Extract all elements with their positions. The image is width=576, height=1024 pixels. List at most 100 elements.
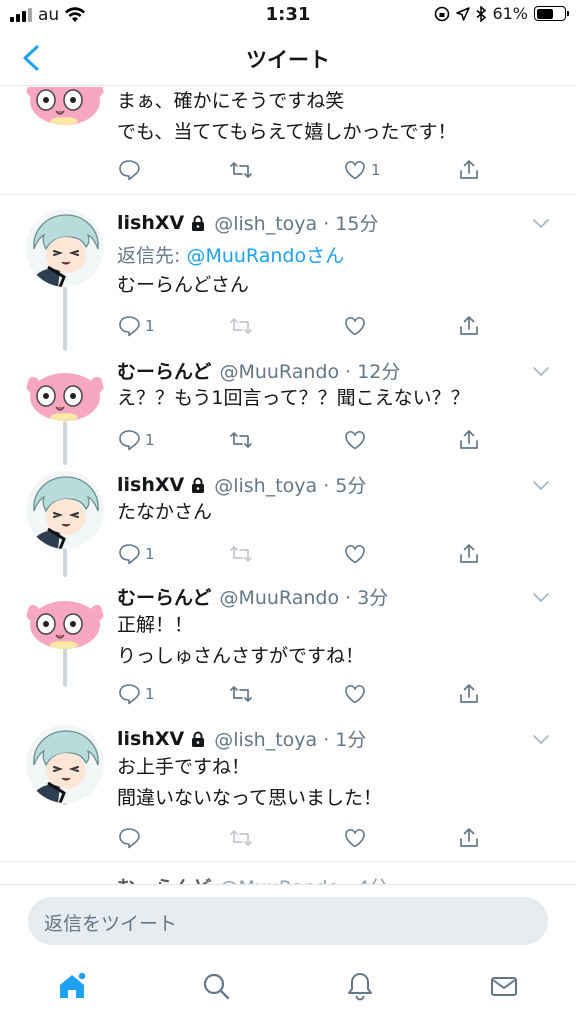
tweet-actions: 1 bbox=[117, 313, 487, 341]
tweet[interactable]: むーらんど @MuuRando · 12分 え？？もう1回言って？？聞こえない？… bbox=[0, 351, 576, 457]
tweet-header: むーらんど @MuuRando · 12分 bbox=[117, 357, 400, 384]
retweet-icon bbox=[229, 682, 253, 706]
reply-count: 1 bbox=[145, 545, 155, 563]
tab-messages[interactable] bbox=[488, 970, 528, 1010]
retweet-button[interactable] bbox=[229, 427, 253, 453]
tweet[interactable]: lishXV @lish_toya · 15分 返信先: @MuuRandoさん… bbox=[0, 195, 576, 343]
tweet[interactable]: むーらんど @MuuRando · 4分 bbox=[0, 873, 576, 884]
tweet-actions: 1 bbox=[117, 681, 487, 709]
share-button[interactable] bbox=[457, 313, 481, 339]
share-button[interactable] bbox=[457, 541, 481, 567]
retweet-icon bbox=[229, 542, 253, 566]
username: @lish_toya · 15分 bbox=[214, 213, 379, 235]
reply-button[interactable] bbox=[117, 825, 141, 851]
tweet-actions bbox=[117, 825, 487, 853]
messages-icon bbox=[491, 977, 517, 996]
reply-button[interactable] bbox=[117, 157, 145, 183]
reply-button[interactable]: 1 bbox=[117, 313, 155, 339]
tweet-text: むーらんどさん bbox=[117, 274, 249, 296]
like-icon bbox=[343, 682, 367, 706]
retweet-button[interactable] bbox=[229, 157, 253, 183]
like-button[interactable] bbox=[343, 427, 367, 453]
like-button[interactable]: 1 bbox=[343, 157, 381, 183]
tweet-thread[interactable]: まぁ、確かにそうですね笑 でも、当ててもらえて嬉しかったです！ 1 lishXV… bbox=[0, 87, 576, 884]
avatar[interactable] bbox=[26, 209, 104, 287]
like-button[interactable] bbox=[343, 541, 367, 567]
display-name[interactable]: lishXV bbox=[117, 212, 184, 234]
like-icon bbox=[343, 428, 367, 452]
reply-icon bbox=[117, 826, 141, 850]
like-button[interactable] bbox=[343, 681, 367, 707]
reply-icon bbox=[117, 314, 141, 338]
home-icon bbox=[60, 971, 87, 998]
share-icon bbox=[457, 826, 481, 850]
display-name[interactable]: むーらんど bbox=[117, 583, 211, 610]
tab-search[interactable] bbox=[200, 970, 240, 1010]
share-button[interactable] bbox=[457, 825, 481, 851]
like-icon bbox=[343, 158, 367, 182]
status-bar: au 1:31 61% bbox=[0, 0, 576, 30]
tweet-text: お上手ですね！ 間違いないなって思いました！ bbox=[117, 756, 383, 809]
divider bbox=[0, 861, 576, 862]
tweet-text: 正解！！ りっしゅさんさすがですね！ bbox=[117, 614, 365, 667]
tweet[interactable]: むーらんど @MuuRando · 3分 正解！！ りっしゅさんさすがですね！ … bbox=[0, 577, 576, 715]
tab-notifications[interactable] bbox=[344, 970, 384, 1010]
like-button[interactable] bbox=[343, 313, 367, 339]
chevron-down-icon[interactable] bbox=[532, 591, 550, 603]
reply-context: 返信先: @MuuRandoさん bbox=[117, 245, 345, 267]
lock-icon bbox=[190, 731, 206, 747]
share-icon bbox=[457, 314, 481, 338]
chevron-down-icon[interactable] bbox=[532, 733, 550, 745]
display-name[interactable]: lishXV bbox=[117, 728, 184, 750]
mention-link[interactable]: @MuuRandoさん bbox=[186, 245, 344, 267]
retweet-button bbox=[229, 825, 253, 851]
like-button[interactable] bbox=[343, 825, 367, 851]
share-icon bbox=[457, 158, 481, 182]
display-name[interactable]: むーらんど bbox=[117, 357, 211, 384]
share-button[interactable] bbox=[457, 681, 481, 707]
avatar[interactable] bbox=[26, 725, 104, 803]
tweet-text: え？？もう1回言って？？聞こえない？？ bbox=[117, 387, 470, 409]
reply-input[interactable]: 返信をツイート bbox=[28, 897, 548, 945]
retweet-button bbox=[229, 541, 253, 567]
avatar[interactable] bbox=[26, 583, 104, 661]
tweet-actions: 1 bbox=[117, 541, 487, 569]
tweet[interactable]: lishXV @lish_toya · 1分 お上手ですね！ 間違いないなって思… bbox=[0, 719, 576, 859]
tweet[interactable]: まぁ、確かにそうですね笑 でも、当ててもらえて嬉しかったです！ 1 bbox=[0, 87, 576, 195]
avatar[interactable] bbox=[26, 471, 104, 549]
username: @lish_toya · 1分 bbox=[214, 729, 367, 751]
orientation-lock-icon bbox=[435, 6, 450, 21]
tweet-text: まぁ、確かにそうですね笑 でも、当ててもらえて嬉しかったです！ bbox=[117, 90, 457, 143]
avatar[interactable] bbox=[26, 355, 104, 433]
reply-button[interactable]: 1 bbox=[117, 427, 155, 453]
tweet[interactable]: lishXV @lish_toya · 5分 たなかさん 1 bbox=[0, 465, 576, 573]
username: @MuuRando · 3分 bbox=[219, 587, 389, 609]
chevron-down-icon[interactable] bbox=[532, 365, 550, 377]
page-title: ツイート bbox=[246, 48, 330, 72]
avatar[interactable] bbox=[26, 87, 104, 137]
reply-count: 1 bbox=[145, 431, 155, 449]
username: @lish_toya · 5分 bbox=[214, 475, 367, 497]
tweet-header: lishXV @lish_toya · 5分 bbox=[117, 471, 366, 498]
nav-header: ツイート bbox=[0, 30, 576, 86]
share-icon bbox=[457, 428, 481, 452]
display-name[interactable]: lishXV bbox=[117, 474, 184, 496]
reply-icon bbox=[117, 682, 141, 706]
retweet-button[interactable] bbox=[229, 681, 253, 707]
location-icon bbox=[456, 6, 471, 21]
notifications-icon bbox=[348, 973, 372, 1001]
share-button[interactable] bbox=[457, 427, 481, 453]
status-right: 61% bbox=[434, 4, 569, 23]
tab-home[interactable] bbox=[56, 970, 96, 1010]
reply-count: 1 bbox=[145, 685, 155, 703]
chevron-down-icon[interactable] bbox=[532, 217, 550, 229]
reply-button[interactable]: 1 bbox=[117, 541, 155, 567]
tweet-header: lishXV @lish_toya · 15分 bbox=[117, 209, 378, 236]
reply-button[interactable]: 1 bbox=[117, 681, 155, 707]
display-name[interactable]: むーらんど bbox=[117, 873, 211, 884]
chevron-down-icon[interactable] bbox=[532, 479, 550, 491]
retweet-icon bbox=[229, 428, 253, 452]
share-button[interactable] bbox=[457, 157, 481, 183]
tab-bar bbox=[0, 954, 576, 1024]
username: @MuuRando · 12分 bbox=[219, 361, 401, 383]
